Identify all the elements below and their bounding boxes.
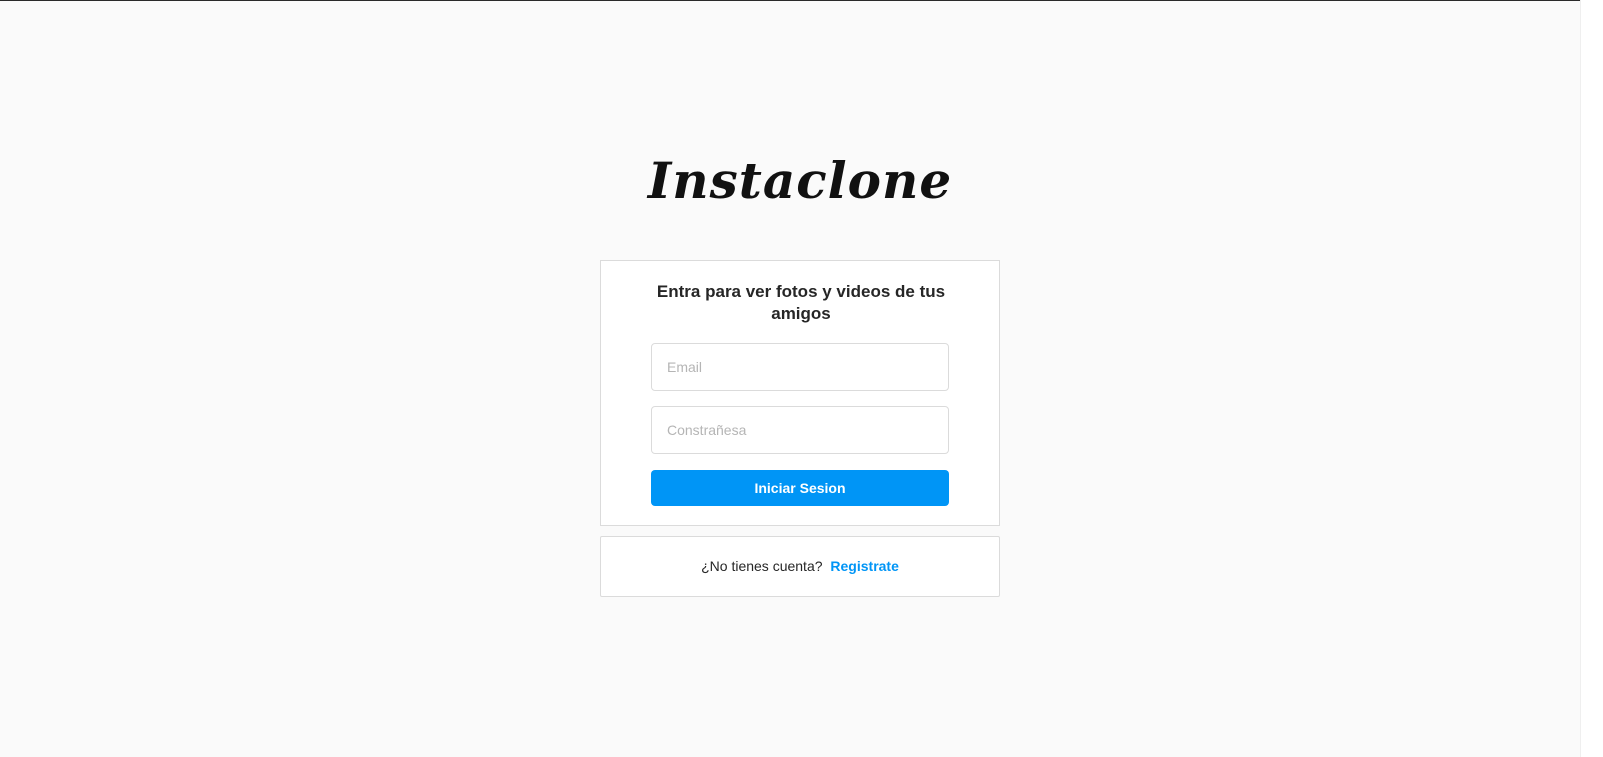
- app-logo: Instaclone: [647, 151, 953, 210]
- signup-link[interactable]: Registrate: [830, 558, 898, 574]
- page-background: Instaclone Entra para ver fotos y videos…: [0, 0, 1580, 757]
- signup-line: ¿No tienes cuenta? Registrate: [601, 558, 999, 574]
- email-field[interactable]: [651, 343, 949, 391]
- login-button[interactable]: Iniciar Sesion: [651, 470, 949, 506]
- signup-card: ¿No tienes cuenta? Registrate: [600, 536, 1000, 597]
- signup-prompt: ¿No tienes cuenta?: [701, 558, 823, 574]
- scrollbar-gutter[interactable]: [1580, 0, 1603, 757]
- login-heading: Entra para ver fotos y videos de tus ami…: [656, 282, 946, 323]
- login-card: Entra para ver fotos y videos de tus ami…: [600, 260, 1000, 526]
- password-field[interactable]: [651, 406, 949, 454]
